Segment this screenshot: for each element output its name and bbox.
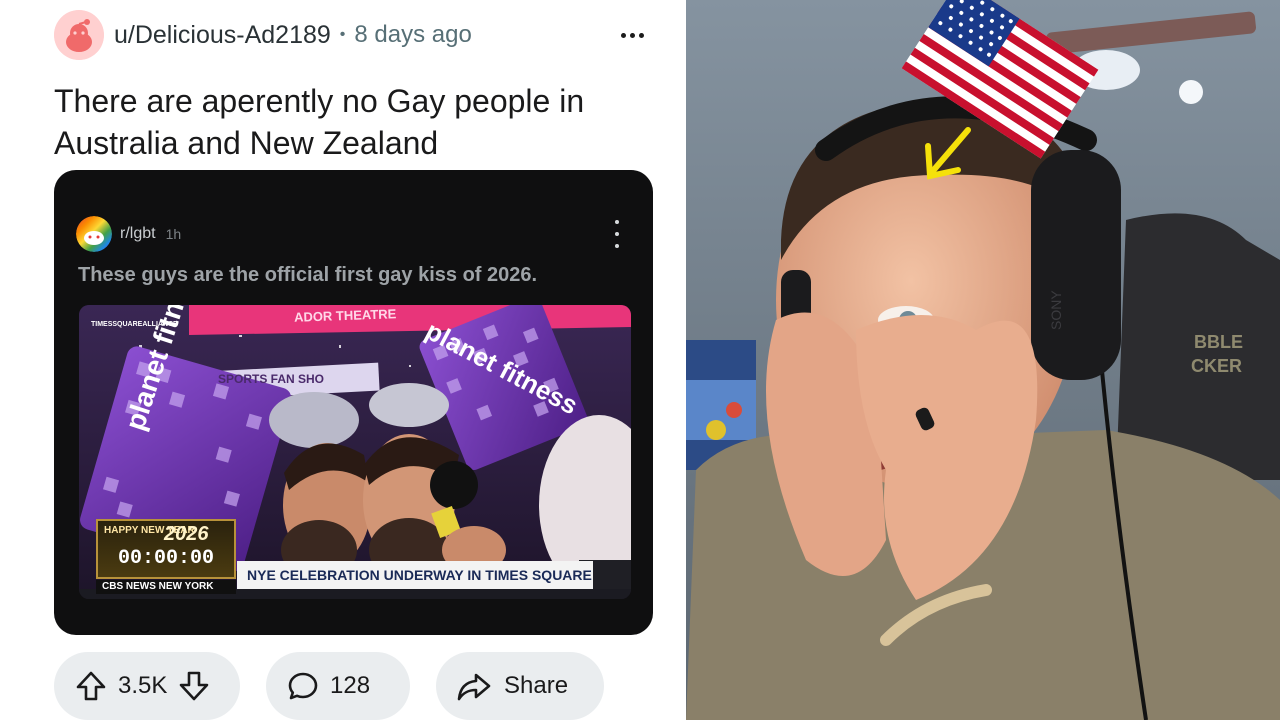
- badge-year: 2026: [164, 523, 209, 545]
- comment-icon: [286, 669, 320, 703]
- embed-video-still[interactable]: ADOR THEATRE TIMESSQUAREALLIANCE SPORTS …: [79, 305, 631, 599]
- share-button[interactable]: Share: [436, 652, 604, 720]
- share-icon: [456, 669, 492, 703]
- post-header: u/Delicious-Ad2189 • 8 days ago: [54, 10, 654, 60]
- badge-clock: 00:00:00: [117, 547, 214, 570]
- comments-button[interactable]: 128: [266, 652, 410, 720]
- embed-more-icon[interactable]: [612, 220, 622, 248]
- snoo-avatar-icon: [54, 10, 104, 60]
- upvote-icon[interactable]: [74, 669, 108, 703]
- chair-text-2: CKER: [1191, 356, 1242, 376]
- more-dot-icon: [638, 32, 644, 38]
- embedded-screenshot[interactable]: r/lgbt 1h These guys are the official fi…: [54, 170, 653, 635]
- embed-post-text: These guys are the official first gay ki…: [78, 264, 538, 286]
- sports-sign-text: SPORTS FAN SHO: [218, 372, 325, 386]
- subreddit-icon: [76, 216, 112, 252]
- vote-count: 3.5K: [118, 672, 168, 699]
- network-bug: CBS NEWS NEW YORK: [96, 580, 236, 594]
- user-avatar[interactable]: [54, 10, 104, 60]
- vote-pill: 3.5K: [54, 652, 240, 720]
- embed-time: 1h: [165, 226, 182, 242]
- comment-count: 128: [330, 672, 371, 699]
- news-lower-third: NYE CELEBRATION UNDERWAY IN TIMES SQUARE: [237, 561, 593, 589]
- more-dot-icon: [620, 32, 626, 38]
- more-options-button[interactable]: [614, 20, 650, 50]
- share-label: Share: [504, 672, 569, 699]
- meta-separator: •: [339, 26, 346, 43]
- post-action-bar: 3.5K 128 Share: [54, 652, 604, 720]
- embed-header: r/lgbt 1h: [76, 214, 632, 254]
- new-year-badge: HAPPY NEW YEAR 2026 00:00:00: [96, 519, 236, 579]
- reddit-post: u/Delicious-Ad2189 • 8 days ago There ar…: [0, 0, 686, 720]
- post-timestamp: 8 days ago: [354, 21, 472, 48]
- post-title[interactable]: There are aperently no Gay people in Aus…: [54, 80, 664, 164]
- downvote-icon[interactable]: [177, 669, 211, 703]
- headphone-brand: SONY: [1048, 290, 1064, 330]
- chair-text-1: BBLE: [1194, 332, 1243, 352]
- embed-subreddit[interactable]: r/lgbt: [120, 225, 156, 243]
- more-dot-icon: [629, 32, 635, 38]
- post-username[interactable]: u/Delicious-Ad2189: [114, 21, 331, 50]
